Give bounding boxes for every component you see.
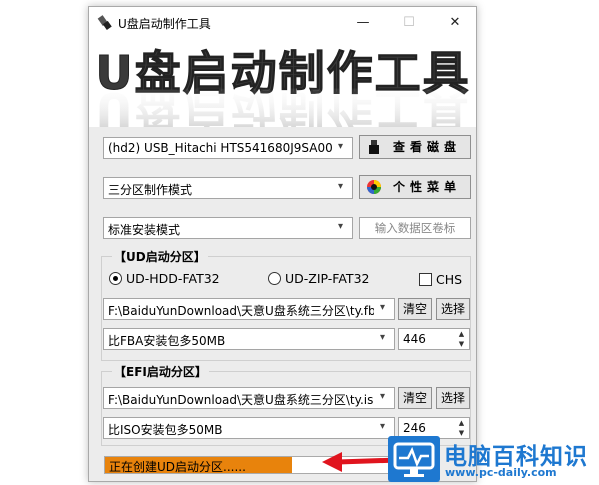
banner: U盘启动制作工具 U盘启动制作工具 bbox=[89, 39, 476, 127]
ud-choose-button[interactable]: 选择 bbox=[436, 298, 470, 320]
spin-down-icon[interactable]: ▼ bbox=[455, 339, 468, 349]
mode-select-value: 三分区制作模式 bbox=[108, 183, 193, 197]
chevron-down-icon: ▾ bbox=[380, 302, 386, 313]
volume-label-input[interactable]: 输入数据区卷标 bbox=[359, 217, 471, 239]
ud-clear-button[interactable]: 清空 bbox=[398, 298, 432, 320]
install-mode-value: 标准安装模式 bbox=[108, 223, 181, 237]
app-window: U盘启动制作工具 — ☐ ✕ U盘启动制作工具 U盘启动制作工具 (hd2) U… bbox=[88, 6, 477, 482]
ud-size-option: 比FBA安装包多50MB bbox=[108, 334, 226, 348]
minimize-button[interactable]: — bbox=[340, 7, 386, 39]
monitor-icon bbox=[388, 436, 440, 482]
ud-file-select[interactable]: F:\BaiduYunDownload\天意U盘系统三分区\ty.fb ▾ bbox=[103, 298, 395, 320]
radio-circle bbox=[109, 272, 122, 285]
ud-group-title: 【UD启动分区】 bbox=[112, 248, 208, 265]
custom-menu-label: 个性菜单 bbox=[392, 180, 461, 194]
efi-choose-button[interactable]: 选择 bbox=[436, 387, 470, 409]
chevron-down-icon: ▾ bbox=[338, 181, 344, 192]
radio-dot bbox=[113, 276, 118, 281]
chs-label: CHS bbox=[436, 272, 463, 287]
color-wheel-icon bbox=[367, 180, 381, 194]
chevron-down-icon: ▾ bbox=[380, 332, 386, 343]
radio-ud-hdd[interactable]: UD-HDD-FAT32 bbox=[109, 271, 220, 286]
mode-select[interactable]: 三分区制作模式 ▾ bbox=[103, 177, 353, 199]
ud-size-spinner[interactable]: 446 ▲ ▼ bbox=[398, 328, 470, 350]
usb-drive-icon bbox=[97, 15, 112, 30]
chevron-down-icon: ▾ bbox=[380, 391, 386, 402]
ud-size-select[interactable]: 比FBA安装包多50MB ▾ bbox=[103, 328, 395, 350]
disk-select-value: (hd2) USB_Hitachi HTS541680J9SA00 _7 bbox=[108, 141, 332, 155]
watermark-logo: 电脑百科知识 www.pc-daily.com bbox=[388, 436, 599, 482]
check-disk-label: 查看磁盘 bbox=[392, 140, 461, 154]
radio-circle bbox=[268, 272, 281, 285]
watermark-url: www.pc-daily.com bbox=[445, 466, 557, 479]
install-mode-select[interactable]: 标准安装模式 ▾ bbox=[103, 217, 353, 239]
chevron-down-icon: ▾ bbox=[338, 141, 344, 152]
efi-size-option: 比ISO安装包多50MB bbox=[108, 423, 223, 437]
ud-size-value: 446 bbox=[403, 332, 426, 346]
checkbox-box bbox=[419, 273, 432, 286]
custom-menu-button[interactable]: 个性菜单 bbox=[359, 175, 471, 199]
radio-ud-hdd-label: UD-HDD-FAT32 bbox=[126, 271, 220, 286]
maximize-button[interactable]: ☐ bbox=[386, 7, 432, 39]
efi-file-select[interactable]: F:\BaiduYunDownload\天意U盘系统三分区\ty.iso ▾ bbox=[103, 387, 395, 409]
status-text: 正在创建UD启动分区...... bbox=[109, 460, 246, 474]
radio-ud-zip-label: UD-ZIP-FAT32 bbox=[285, 271, 370, 286]
chevron-down-icon: ▾ bbox=[338, 221, 344, 232]
close-button[interactable]: ✕ bbox=[432, 7, 476, 39]
disk-select[interactable]: (hd2) USB_Hitachi HTS541680J9SA00 _7 ▾ bbox=[103, 137, 353, 159]
usb-drive-icon bbox=[369, 140, 379, 154]
window-title: U盘启动制作工具 bbox=[118, 17, 211, 31]
chevron-down-icon: ▾ bbox=[380, 421, 386, 432]
efi-group-title: 【EFI启动分区】 bbox=[112, 363, 209, 380]
ud-file-path: F:\BaiduYunDownload\天意U盘系统三分区\ty.fb bbox=[108, 304, 374, 318]
efi-clear-button[interactable]: 清空 bbox=[398, 387, 432, 409]
check-disk-button[interactable]: 查看磁盘 bbox=[359, 135, 471, 159]
spin-up-icon[interactable]: ▲ bbox=[455, 418, 468, 428]
svg-text:U盘启动制作工具: U盘启动制作工具 bbox=[95, 82, 470, 127]
spin-up-icon[interactable]: ▲ bbox=[455, 329, 468, 339]
chs-checkbox[interactable]: CHS bbox=[419, 272, 462, 287]
efi-size-select[interactable]: 比ISO安装包多50MB ▾ bbox=[103, 417, 395, 439]
banner-title-graphic: U盘启动制作工具 U盘启动制作工具 bbox=[95, 46, 470, 128]
efi-size-value: 246 bbox=[403, 421, 426, 435]
radio-ud-zip[interactable]: UD-ZIP-FAT32 bbox=[268, 271, 369, 286]
efi-file-path: F:\BaiduYunDownload\天意U盘系统三分区\ty.iso bbox=[108, 393, 374, 407]
title-bar[interactable]: U盘启动制作工具 — ☐ ✕ bbox=[89, 7, 476, 39]
